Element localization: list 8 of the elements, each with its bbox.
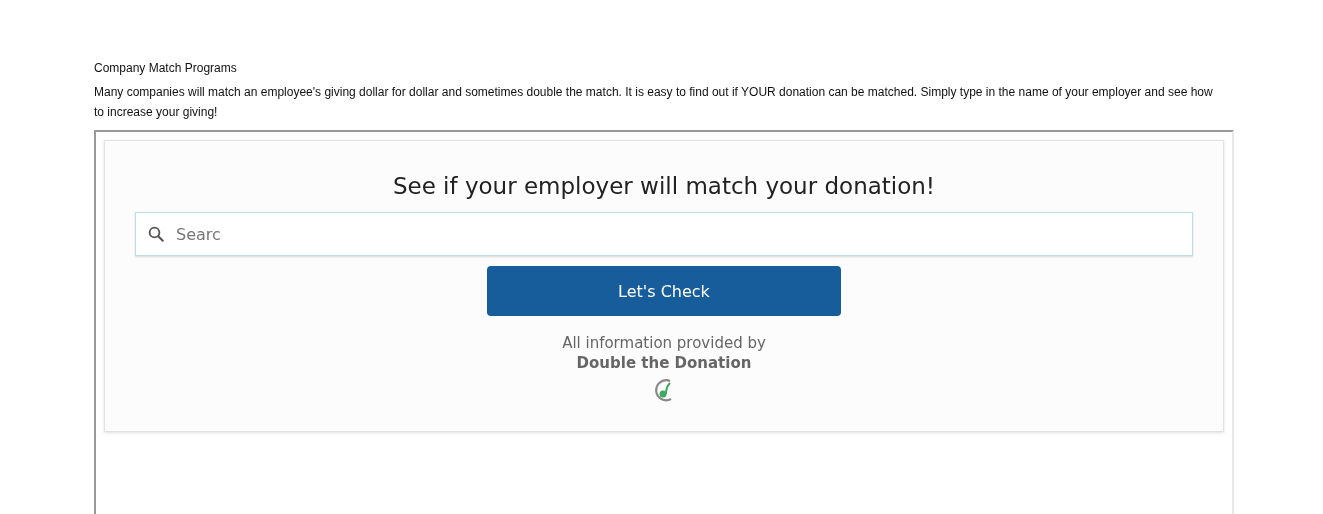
search-field[interactable]: Searc — [135, 212, 1193, 256]
credit-text: All information provided by — [562, 333, 766, 353]
check-button[interactable]: Let's Check — [487, 266, 841, 316]
section-heading: Company Match Programs — [94, 60, 238, 76]
search-icon — [147, 225, 165, 243]
widget-title: See if your employer will match your donation! — [392, 172, 936, 201]
intro-paragraph: Many companies will match an employee's giving dollar for dollar and sometimes double the match. It is easy to find out if YOUR donation can be matched. Simply type in the name of your employer and see how to increase your giving! — [94, 84, 1214, 121]
provider-name: Double the Donation — [576, 353, 752, 373]
